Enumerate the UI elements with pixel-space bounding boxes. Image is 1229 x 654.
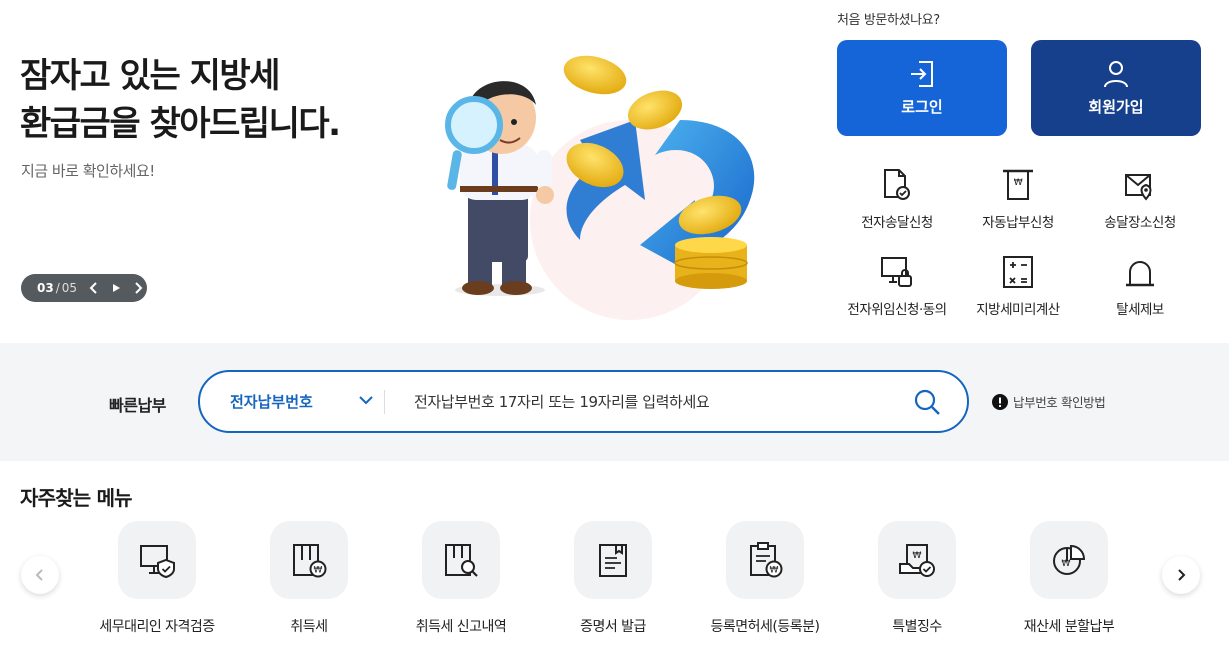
frequent-item-label: 특별징수 xyxy=(892,619,942,635)
join-button[interactable]: 회원가입 xyxy=(1031,40,1201,136)
slide-next-button[interactable] xyxy=(128,278,147,298)
quick-menu-e-delivery[interactable]: 전자송달신청 xyxy=(832,166,962,231)
hero-title-line1: 잠자고 있는 지방세 xyxy=(20,56,280,96)
frequent-next-button[interactable] xyxy=(1162,556,1200,594)
search-icon xyxy=(914,389,940,415)
quick-menu-label: 지방세미리계산 xyxy=(976,302,1060,318)
frequent-item-special-collection[interactable]: ₩ 특별징수 xyxy=(841,521,993,636)
special-collection-icon: ₩ xyxy=(899,544,935,577)
refund-illustration xyxy=(445,55,755,320)
payment-type-value: 전자납부번호 xyxy=(230,393,313,411)
quick-menu-label: 자동납부신청 xyxy=(982,215,1054,231)
frequent-item-agent-verify[interactable]: 세무대리인 자격검증 xyxy=(81,521,233,636)
chevron-left-icon xyxy=(35,569,43,581)
frequent-menu-title: 자주찾는 메뉴 xyxy=(20,486,133,510)
search-divider xyxy=(384,390,385,414)
chevron-down-icon xyxy=(359,396,373,405)
monitor-shield-icon xyxy=(140,545,175,579)
help-label: 납부번호 확인방법 xyxy=(1013,395,1106,410)
pie-won-icon: ₩ xyxy=(1053,544,1086,575)
frequent-item-acquisition-tax[interactable]: ₩ 취득세 xyxy=(233,521,385,636)
user-icon xyxy=(1104,60,1128,87)
frequent-item-acquisition-report[interactable]: 취득세 신고내역 xyxy=(385,521,537,636)
calculator-icon xyxy=(1003,256,1033,288)
monitor-lock-icon xyxy=(881,257,912,287)
acquisition-tax-icon: ₩ xyxy=(293,544,327,578)
join-label: 회원가입 xyxy=(1088,97,1144,116)
quick-payment-search: 전자납부번호 xyxy=(198,370,969,433)
slide-total: 05 xyxy=(61,281,78,295)
search-button[interactable] xyxy=(912,387,942,417)
login-button[interactable]: 로그인 xyxy=(837,40,1007,136)
info-icon xyxy=(992,393,1008,410)
svg-text:₩: ₩ xyxy=(1062,559,1071,569)
login-label: 로그인 xyxy=(901,97,943,116)
frequent-item-label: 증명서 발급 xyxy=(580,619,646,635)
frequent-item-tile xyxy=(118,521,196,599)
chevron-left-icon xyxy=(89,282,98,294)
slide-controls: 03 / 05 xyxy=(21,274,147,302)
chevron-right-icon xyxy=(1178,569,1186,581)
hero-subtitle: 지금 바로 확인하세요! xyxy=(21,162,155,180)
location-mail-icon xyxy=(1125,174,1152,201)
hero-title: 잠자고 있는 지방세 환급금을 찾아드립니다. xyxy=(20,52,341,148)
frequent-item-tile: ₩ xyxy=(726,521,804,599)
frequent-item-label: 세무대리인 자격검증 xyxy=(99,619,215,635)
slide-prev-button[interactable] xyxy=(85,278,104,298)
alarm-bell-icon xyxy=(1126,261,1154,287)
frequent-item-label: 등록면허세(등록분) xyxy=(710,619,820,635)
frequent-item-label: 취득세 xyxy=(290,619,328,635)
slide-current: 03 xyxy=(37,281,54,295)
quick-menu-auto-payment[interactable]: ₩ 자동납부신청 xyxy=(953,166,1083,231)
chevron-right-icon xyxy=(134,282,143,294)
frequent-item-label: 취득세 신고내역 xyxy=(415,619,507,635)
quick-menu-label: 전자송달신청 xyxy=(861,215,933,231)
payment-type-select[interactable]: 전자납부번호 xyxy=(230,372,390,431)
first-visit-text: 처음 방문하셨나요? xyxy=(837,13,940,28)
slide-separator: / xyxy=(55,281,60,295)
quick-menu-tax-calculator[interactable]: 지방세미리계산 xyxy=(953,253,1083,318)
play-icon xyxy=(113,284,121,292)
slide-play-button[interactable] xyxy=(107,278,126,298)
auto-payment-icon: ₩ xyxy=(1003,169,1033,200)
quick-menu-label: 전자위임신청·동의 xyxy=(847,302,947,318)
svg-text:₩: ₩ xyxy=(314,566,323,576)
frequent-item-label: 재산세 분할납부 xyxy=(1023,619,1115,635)
frequent-prev-button[interactable] xyxy=(21,556,59,594)
svg-text:₩: ₩ xyxy=(770,566,779,576)
login-icon xyxy=(911,60,933,87)
document-check-icon xyxy=(884,169,910,200)
quick-menu-delivery-address[interactable]: 송달장소신청 xyxy=(1075,166,1205,231)
certificate-icon xyxy=(599,544,627,577)
frequent-item-tile xyxy=(422,521,500,599)
quick-payment-label: 빠른납부 xyxy=(109,396,166,415)
payment-number-input[interactable] xyxy=(414,386,894,418)
report-search-icon xyxy=(445,544,478,577)
svg-text:₩: ₩ xyxy=(1014,178,1023,188)
quick-menu-e-delegation[interactable]: 전자위임신청·동의 xyxy=(832,253,962,318)
frequent-item-tile: ₩ xyxy=(878,521,956,599)
frequent-item-tile: ₩ xyxy=(1030,521,1108,599)
quick-menu-label: 탈세제보 xyxy=(1116,302,1164,318)
frequent-item-property-tax-installment[interactable]: ₩ 재산세 분할납부 xyxy=(993,521,1145,636)
quick-menu-tax-evasion-report[interactable]: 탈세제보 xyxy=(1075,253,1205,318)
frequent-item-registration-license-tax[interactable]: ₩ 등록면허세(등록분) xyxy=(689,521,841,636)
page: 잠자고 있는 지방세 환급금을 찾아드립니다. 지금 바로 확인하세요! 03 … xyxy=(0,0,1229,654)
frequent-item-tile xyxy=(574,521,652,599)
clipboard-won-icon: ₩ xyxy=(750,542,783,578)
frequent-item-tile: ₩ xyxy=(270,521,348,599)
payment-number-help-link[interactable]: 납부번호 확인방법 xyxy=(992,392,1106,411)
hero-title-line2: 환급금을 찾아드립니다. xyxy=(20,104,341,144)
frequent-item-certificate[interactable]: 증명서 발급 xyxy=(537,521,689,636)
quick-menu-label: 송달장소신청 xyxy=(1104,215,1176,231)
svg-text:₩: ₩ xyxy=(913,551,922,561)
